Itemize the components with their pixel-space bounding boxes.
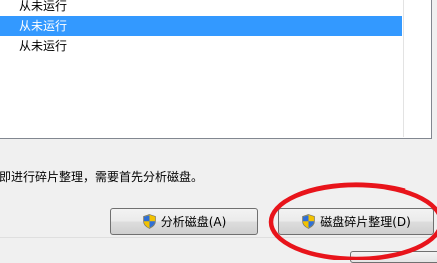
close-button[interactable] <box>350 251 437 263</box>
analysis-hint-text: 即进行碎片整理，需要首先分析磁盘。 <box>0 170 204 184</box>
list-item-row-1[interactable]: 从未运行 <box>0 0 402 16</box>
last-run-value: 从未运行 <box>19 39 68 53</box>
disk-list-panel[interactable]: 从未运行 从未运行 从未运行 <box>0 0 432 139</box>
analyze-disk-button[interactable]: 分析磁盘(A) <box>110 208 258 235</box>
analyze-disk-label: 分析磁盘(A) <box>160 215 227 229</box>
uac-shield-icon <box>301 214 316 229</box>
list-item-row-2-selected[interactable]: 从未运行 <box>0 16 402 36</box>
vertical-scrollbar[interactable] <box>403 0 430 137</box>
defragment-disk-button[interactable]: 磁盘碎片整理(D) <box>278 208 434 235</box>
defragment-disk-label: 磁盘碎片整理(D) <box>320 215 411 229</box>
last-run-value: 从未运行 <box>19 19 68 33</box>
scrollbar-track[interactable] <box>410 0 424 137</box>
list-item-row-3[interactable]: 从未运行 <box>0 36 402 56</box>
last-run-value: 从未运行 <box>19 0 68 13</box>
uac-shield-icon <box>142 214 157 229</box>
